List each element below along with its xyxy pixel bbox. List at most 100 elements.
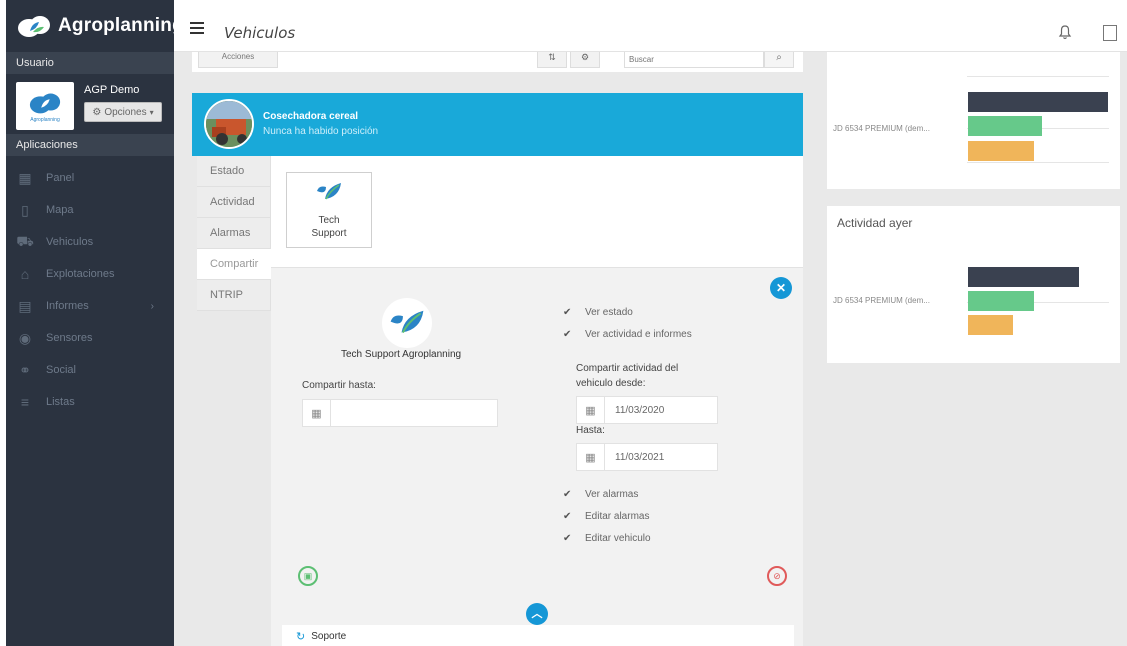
- organization-logo-icon: [382, 298, 432, 348]
- tab-alarmas[interactable]: Alarmas: [197, 218, 271, 249]
- search-button[interactable]: ⌕: [764, 52, 794, 68]
- check-ver-alarmas[interactable]: ✔ Ver alarmas: [563, 489, 638, 500]
- side-panel-toggle-icon[interactable]: [1103, 25, 1117, 41]
- social-icon: ⚭: [19, 361, 31, 378]
- sort-button[interactable]: ⇅: [537, 52, 567, 68]
- soporte-label: Soporte: [311, 630, 347, 642]
- menu-toggle-icon[interactable]: [190, 22, 204, 34]
- leaf-logo-icon: [317, 183, 341, 200]
- avatar[interactable]: Agroplanning: [16, 82, 74, 130]
- panel-icon: ▦: [18, 169, 32, 186]
- share-panel: ✕ Tech Support Agroplanning Compartir ha…: [271, 267, 803, 646]
- sidebar-item-label: Social: [46, 364, 76, 376]
- activity-today-card: JD 6534 PREMIUM (dem...: [827, 52, 1120, 189]
- check-ver-estado[interactable]: ✔ Ver estado: [563, 307, 633, 318]
- tab-actividad[interactable]: Actividad: [197, 187, 271, 218]
- sidebar-item-listas[interactable]: ≡ Listas: [6, 386, 174, 418]
- actions-label: Acciones: [221, 52, 255, 61]
- checkmark-icon: ✔: [563, 511, 572, 522]
- vehicle-bar-label: JD 6534 PREMIUM (dem...: [833, 296, 930, 305]
- share-until-field[interactable]: ▦: [302, 399, 498, 427]
- vehicle-avatar: [204, 99, 254, 149]
- check-ver-actividad[interactable]: ✔ Ver actividad e informes: [563, 329, 692, 340]
- share-tab-content: Tech Support ✕ Tech Support Agroplanning…: [271, 156, 803, 646]
- calendar-icon: ▦: [577, 444, 605, 470]
- app-menu: ▦ Panel ▯ Mapa ⛟ Vehiculos ⌂ Explotaciones ▤…: [6, 162, 174, 418]
- sidebar-item-label: Informes: [46, 300, 89, 312]
- to-date-field[interactable]: ▦ 11/03/2021: [576, 443, 718, 471]
- sidebar-item-panel[interactable]: ▦ Panel: [6, 162, 174, 194]
- check-label: Editar vehiculo: [585, 533, 651, 544]
- tab-compartir[interactable]: Compartir: [197, 249, 271, 280]
- checkmark-icon: ✔: [563, 489, 572, 500]
- from-date-field[interactable]: ▦ 11/03/2020: [576, 396, 718, 424]
- options-label: Opciones: [104, 106, 147, 118]
- from-date-value: 11/03/2020: [615, 404, 665, 416]
- vehicle-bar-label: JD 6534 PREMIUM (dem...: [833, 124, 930, 133]
- vehicle-header[interactable]: Cosechadora cereal Nunca ha habido posic…: [192, 93, 803, 156]
- to-date-value: 11/03/2021: [615, 451, 665, 463]
- actions-button[interactable]: Acciones: [198, 52, 278, 68]
- user-section-header: Usuario: [6, 52, 174, 74]
- report-icon: ▤: [18, 297, 32, 314]
- bar-dark[interactable]: [968, 92, 1108, 112]
- card-title: Actividad ayer: [837, 216, 913, 230]
- sidebar-item-label: Panel: [46, 172, 75, 184]
- user-name: AGP Demo: [84, 84, 140, 96]
- sidebar-item-informes[interactable]: ▤ Informes ›: [6, 290, 174, 322]
- sort-icon: ⇅: [548, 52, 556, 62]
- sidebar-item-explotaciones[interactable]: ⌂ Explotaciones: [6, 258, 174, 290]
- tab-estado[interactable]: Estado: [197, 156, 271, 187]
- share-until-label: Compartir hasta:: [302, 380, 376, 391]
- farm-icon: ⌂: [20, 266, 30, 282]
- chevron-up-icon[interactable]: ︿: [526, 603, 548, 625]
- bar-orange[interactable]: [968, 141, 1034, 161]
- tab-ntrip[interactable]: NTRIP: [197, 280, 271, 311]
- user-box: Agroplanning AGP Demo ⚙ Opciones ▾: [6, 74, 174, 134]
- sidebar-item-social[interactable]: ⚭ Social: [6, 354, 174, 386]
- search-input[interactable]: [624, 52, 764, 68]
- hasta-label: Hasta:: [576, 425, 605, 436]
- caret-down-icon: ▾: [149, 107, 154, 117]
- check-editar-alarmas[interactable]: ✔ Editar alarmas: [563, 511, 649, 522]
- share-target-tile[interactable]: Tech Support: [286, 172, 372, 248]
- checkmark-icon: ✔: [563, 329, 572, 340]
- gear-icon: ⚙: [92, 106, 102, 118]
- sidebar-item-label: Mapa: [46, 204, 74, 216]
- avatar-caption: Agroplanning: [30, 116, 60, 123]
- options-button[interactable]: ⚙ Opciones ▾: [84, 102, 162, 122]
- sidebar-item-sensores[interactable]: ◉ Sensores: [6, 322, 174, 354]
- vehicle-name: Cosechadora cereal: [263, 111, 359, 122]
- page-title: Vehiculos: [224, 24, 296, 42]
- check-label: Ver alarmas: [585, 489, 639, 500]
- close-icon[interactable]: ✕: [770, 277, 792, 299]
- bar-dark[interactable]: [968, 267, 1079, 287]
- vehicle-icon: ⛟: [16, 232, 34, 249]
- bar-orange[interactable]: [968, 315, 1013, 335]
- checkmark-icon: ✔: [563, 307, 572, 318]
- vehicle-tabs: Estado Actividad Alarmas Compartir NTRIP: [197, 156, 271, 311]
- bell-icon[interactable]: [1058, 24, 1072, 45]
- bar-green[interactable]: [968, 291, 1034, 311]
- check-label: Ver estado: [585, 307, 633, 318]
- calendar-icon: ▦: [577, 397, 605, 423]
- save-icon[interactable]: ▣: [298, 566, 318, 586]
- sidebar: Agroplanning Usuario Agroplanning AGP De…: [0, 0, 184, 646]
- bar-green[interactable]: [968, 116, 1042, 136]
- check-label: Ver actividad e informes: [585, 329, 692, 340]
- sidebar-item-vehiculos[interactable]: ⛟ Vehiculos: [6, 226, 174, 258]
- organization-name: Tech Support Agroplanning: [341, 349, 462, 360]
- vehicle-toolbar: Acciones ⇅ ⚙ ⌕: [192, 52, 803, 72]
- sidebar-item-label: Listas: [46, 396, 75, 408]
- check-editar-vehiculo[interactable]: ✔ Editar vehiculo: [563, 533, 651, 544]
- brand[interactable]: Agroplanning: [6, 0, 184, 52]
- chevron-right-icon: ›: [150, 300, 154, 312]
- tile-label-line1: Tech: [318, 215, 340, 226]
- vehicle-position-status: Nunca ha habido posición: [263, 126, 379, 137]
- sidebar-item-mapa[interactable]: ▯ Mapa: [6, 194, 174, 226]
- check-label: Editar alarmas: [585, 511, 650, 522]
- delete-icon[interactable]: ⊘: [767, 566, 787, 586]
- soporte-row[interactable]: ↻ Soporte: [282, 625, 794, 646]
- sidebar-item-label: Sensores: [46, 332, 93, 344]
- settings-button[interactable]: ⚙: [570, 52, 600, 68]
